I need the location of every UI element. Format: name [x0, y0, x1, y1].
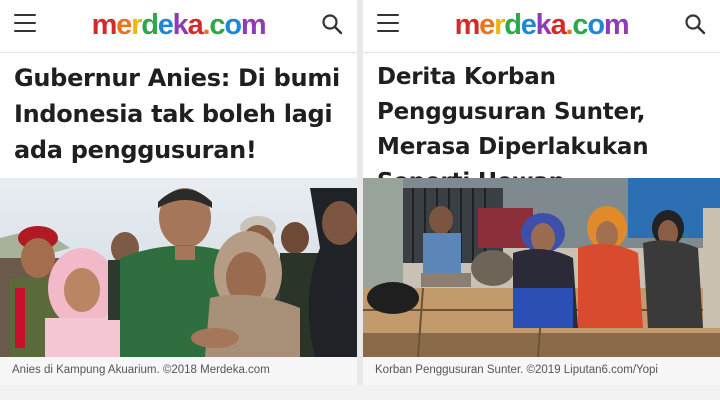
left-article-panel: merdeka.com Gubernur Anies: Di bumi Indo… [0, 0, 357, 385]
article-photo[interactable] [0, 178, 357, 357]
search-icon[interactable] [321, 13, 343, 35]
photo-caption: Korban Penggusuran Sunter. ©2019 Liputan… [363, 357, 720, 385]
photo-caption: Anies di Kampung Akuarium. ©2018 Merdeka… [0, 357, 357, 385]
merdeka-logo[interactable]: merdeka.com [0, 7, 357, 43]
article-photo[interactable] [363, 178, 720, 357]
logo-text: merdeka.com [91, 9, 267, 41]
left-header: merdeka.com [0, 0, 357, 53]
right-header: merdeka.com [363, 0, 720, 53]
bottom-band [0, 385, 720, 400]
article-headline[interactable]: Gubernur Anies: Di bumi Indonesia tak bo… [14, 60, 349, 168]
merdeka-logo[interactable]: merdeka.com [363, 7, 720, 43]
logo-text: merdeka.com [454, 9, 630, 41]
search-icon[interactable] [684, 13, 706, 35]
right-article-panel: merdeka.com Derita Korban Penggusuran Su… [363, 0, 720, 385]
